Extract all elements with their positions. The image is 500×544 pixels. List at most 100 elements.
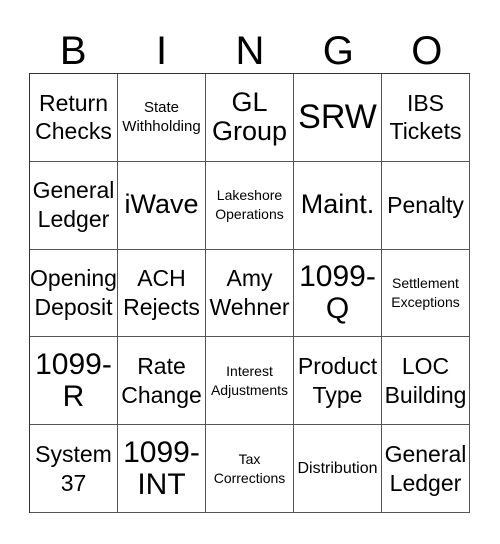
bingo-cell-line: Penalty xyxy=(387,191,464,218)
bingo-cell-text: Amy Wehner xyxy=(209,264,289,322)
bingo-cell-text: Penalty xyxy=(387,191,464,220)
bingo-cell-line: State xyxy=(143,98,179,116)
bingo-cell-r4-c5[interactable]: LOC Building xyxy=(382,337,470,426)
bingo-cell-line: Maint. xyxy=(300,189,375,220)
bingo-cell-line: System xyxy=(35,440,112,467)
bingo-cell-line: Distribution xyxy=(297,459,378,477)
bingo-cell-r2-c1[interactable]: General Ledger xyxy=(30,161,118,250)
bingo-cell-line: INT xyxy=(137,467,186,501)
bingo-cell-r3-c2[interactable]: ACH Rejects xyxy=(118,249,206,338)
bingo-cell-line: R xyxy=(62,379,85,413)
bingo-cell-line: Type xyxy=(312,381,363,408)
header-letter-n: N xyxy=(235,29,265,73)
bingo-cell-line: Lakeshore xyxy=(216,187,283,204)
bingo-cell-text: General Ledger xyxy=(33,176,115,234)
bingo-cell-line: Ledger xyxy=(37,206,110,233)
bingo-cell-line: Exceptions xyxy=(391,293,460,310)
bingo-cell-text: 1099- R xyxy=(35,349,112,413)
bingo-cell-text: iWave xyxy=(124,189,199,220)
bingo-cell-line: Checks xyxy=(35,118,112,145)
bingo-cell-line: Ledger xyxy=(389,469,462,496)
bingo-cell-text: Return Checks xyxy=(35,89,112,147)
bingo-cell-line: Product xyxy=(297,353,378,380)
bingo-cell-text: Maint. xyxy=(300,189,375,220)
bingo-cell-r5-c2[interactable]: 1099- INT xyxy=(118,425,206,513)
bingo-cell-line: Settlement xyxy=(392,275,459,292)
bingo-cell-r2-c4[interactable]: Maint. xyxy=(294,161,382,250)
header-letter-o: O xyxy=(411,29,443,73)
bingo-cell-text: Opening Deposit xyxy=(30,264,117,322)
bingo-cell-line: Corrections xyxy=(213,469,286,486)
bingo-cell-line: iWave xyxy=(124,189,199,220)
bingo-cell-line: General xyxy=(384,440,467,467)
bingo-cell-line: Amy xyxy=(226,265,273,292)
bingo-cell-line: 37 xyxy=(60,469,87,496)
bingo-cell-r1-c4[interactable]: SRW xyxy=(294,74,382,162)
bingo-cell-r4-c3[interactable]: Interest Adjustments xyxy=(206,337,294,426)
bingo-cell-line: Rejects xyxy=(123,293,200,320)
bingo-cell-text: ACH Rejects xyxy=(123,264,200,322)
bingo-cell-line: Interest xyxy=(226,362,273,379)
bingo-cell-text: IBS Tickets xyxy=(390,89,462,147)
bingo-cell-r3-c5[interactable]: Settlement Exceptions xyxy=(382,249,470,338)
bingo-cell-line: ACH xyxy=(137,265,186,292)
bingo-cell-line: Withholding xyxy=(122,118,201,136)
bingo-cell-r1-c3[interactable]: GL Group xyxy=(206,74,294,162)
bingo-cell-r4-c2[interactable]: Rate Change xyxy=(118,337,206,426)
bingo-cell-line: IBS xyxy=(406,89,445,116)
bingo-cell-line: General xyxy=(32,177,115,204)
bingo-cell-r1-c2[interactable]: State Withholding xyxy=(118,74,206,162)
bingo-cell-r4-c1[interactable]: 1099- R xyxy=(30,337,118,426)
bingo-cell-text: Product Type xyxy=(298,352,377,410)
bingo-cell-line: Opening xyxy=(30,265,117,292)
bingo-cell-r1-c1[interactable]: Return Checks xyxy=(30,74,118,162)
bingo-cell-text: Rate Change xyxy=(121,352,202,410)
bingo-cell-line: Adjustments xyxy=(210,381,289,398)
bingo-cell-text: System 37 xyxy=(35,440,112,498)
bingo-cell-r1-c5[interactable]: IBS Tickets xyxy=(382,74,470,162)
bingo-cell-text: SRW xyxy=(298,98,377,136)
header-letter-b: B xyxy=(59,29,87,73)
bingo-cell-line: Change xyxy=(121,381,202,408)
bingo-cell-line: 1099- xyxy=(299,260,376,294)
header-letter-i: I xyxy=(156,29,168,73)
bingo-cell-text: Tax Corrections xyxy=(214,450,286,488)
bingo-cell-line: Group xyxy=(211,116,288,147)
bingo-cell-r3-c3[interactable]: Amy Wehner xyxy=(206,249,294,338)
bingo-cell-line: Tax xyxy=(238,450,261,467)
bingo-cell-r2-c3[interactable]: Lakeshore Operations xyxy=(206,161,294,250)
bingo-cell-r5-c1[interactable]: System 37 xyxy=(30,425,118,513)
bingo-cell-text: 1099- INT xyxy=(123,435,200,501)
bingo-cell-r3-c1[interactable]: Opening Deposit xyxy=(30,249,118,338)
bingo-cell-text: Distribution xyxy=(297,460,377,478)
bingo-cell-r2-c2[interactable]: iWave xyxy=(118,161,206,250)
bingo-cell-line: Operations xyxy=(215,206,284,223)
bingo-cell-text: Interest Adjustments xyxy=(211,362,288,400)
bingo-cell-r5-c4[interactable]: Distribution xyxy=(294,425,382,513)
bingo-cell-text: Lakeshore Operations xyxy=(215,186,283,224)
bingo-cell-line: Deposit xyxy=(34,293,113,320)
bingo-cell-line: Building xyxy=(384,381,467,408)
bingo-cell-line: Return xyxy=(38,89,109,116)
bingo-cell-line: Q xyxy=(325,291,350,325)
bingo-cell-line: Rate xyxy=(137,353,186,380)
bingo-cell-text: Settlement Exceptions xyxy=(391,274,459,312)
bingo-cell-line: Wehner xyxy=(209,293,290,320)
bingo-cell-text: GL Group xyxy=(211,86,288,147)
bingo-cell-text: State Withholding xyxy=(122,98,200,137)
bingo-grid: Return Checks State Withholding GL Group SRW IB… xyxy=(29,73,470,513)
bingo-cell-r5-c3[interactable]: Tax Corrections xyxy=(206,425,294,513)
bingo-cell-r3-c4[interactable]: 1099- Q xyxy=(294,249,382,338)
bingo-cell-text: General Ledger xyxy=(385,440,467,498)
bingo-cell-r5-c5[interactable]: General Ledger xyxy=(382,425,470,513)
bingo-cell-line: 1099- xyxy=(123,435,200,469)
bingo-header: B I N G O xyxy=(29,30,471,73)
bingo-cell-line: SRW xyxy=(298,98,377,137)
header-letter-g: G xyxy=(322,29,354,73)
bingo-cell-line: 1099- xyxy=(35,347,112,381)
bingo-cell-line: GL xyxy=(231,86,268,117)
bingo-cell-text: 1099- Q xyxy=(299,261,376,325)
bingo-cell-r4-c4[interactable]: Product Type xyxy=(294,337,382,426)
bingo-cell-r2-c5[interactable]: Penalty xyxy=(382,161,470,250)
bingo-cell-line: Tickets xyxy=(389,118,462,145)
